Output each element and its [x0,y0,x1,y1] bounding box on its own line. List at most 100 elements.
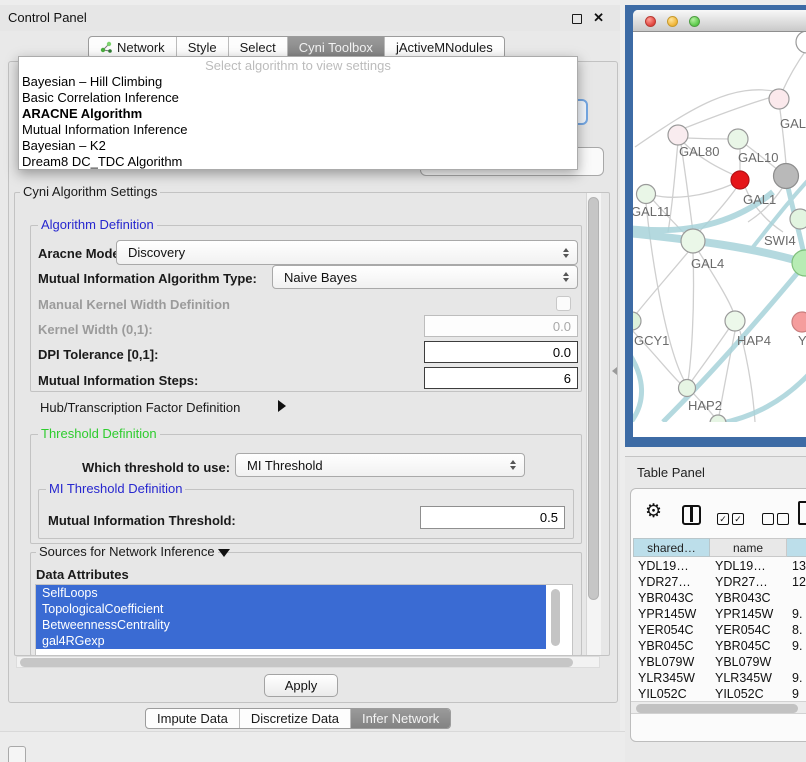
checkbox-unchecked-icon[interactable] [777,513,789,525]
manual-kernel-checkbox[interactable] [556,296,571,311]
node-label: SWI4 [764,233,796,248]
data-attributes-label: Data Attributes [36,567,129,582]
column-header[interactable]: A [787,538,806,557]
mi-type-combo[interactable]: Naive Bayes [272,265,578,289]
gear-icon[interactable]: ⚙ [645,502,662,521]
table-row[interactable]: YLR345WYLR345W9. [633,670,806,686]
table-panel-box: ⚙ ✓ ✓ shared… name A YDL19…YDL19…13 YDR2… [630,488,806,742]
chevron-right-icon[interactable] [278,400,286,412]
spinner-arrows-icon [510,460,516,470]
table-hscrollbar-track[interactable] [631,701,806,714]
table-row[interactable]: YIL052CYIL052C9 [633,686,806,702]
tab-network[interactable]: Network [89,37,176,58]
panel-resize-handle-icon[interactable] [612,367,617,375]
close-icon[interactable]: ✕ [593,5,604,31]
bottom-tabs: Impute Data Discretize Data Infer Networ… [145,708,451,729]
split-columns-icon[interactable] [682,505,701,525]
threshold-definition-title: Threshold Definition [38,427,160,441]
popup-item[interactable]: Bayesian – K2 [19,138,577,154]
table-row[interactable]: YBR045CYBR045C9. [633,638,806,654]
network-node-labels: GAL GAL80 GAL10 GAL1 GAL11 SWI4 GAL4 GCY… [633,116,806,413]
cyni-algorithm-settings-title: Cyni Algorithm Settings [20,185,160,199]
tab-cyni-toolbox[interactable]: Cyni Toolbox [287,37,384,58]
list-item[interactable]: gal4RGexp [36,633,546,649]
dpi-tolerance-input[interactable]: 0.0 [424,341,578,363]
mac-zoom-icon[interactable] [689,16,700,27]
which-threshold-value: MI Threshold [247,458,323,473]
network-window-titlebar[interactable] [633,10,806,32]
aracne-mode-value: Discovery [128,245,185,260]
list-item[interactable]: BetweennessCentrality [36,617,546,633]
tab-style[interactable]: Style [176,37,228,58]
network-graph: GAL GAL80 GAL10 GAL1 GAL11 SWI4 GAL4 GCY… [633,32,806,422]
tab-select[interactable]: Select [228,37,287,58]
mac-close-icon[interactable] [645,16,656,27]
network-canvas[interactable]: GAL GAL80 GAL10 GAL1 GAL11 SWI4 GAL4 GCY… [633,32,806,422]
table-row[interactable]: YER054CYER054C8. [633,622,806,638]
mi-type-value: Naive Bayes [284,270,357,285]
list-scrollbar[interactable] [551,589,560,646]
tab-impute-data[interactable]: Impute Data [146,709,239,728]
control-panel-title: Control Panel [8,5,87,31]
algorithm-definition-title: Algorithm Definition [38,218,157,232]
mi-threshold-group-title: MI Threshold Definition [46,482,185,496]
settings-vscrollbar-thumb[interactable] [588,197,599,600]
mi-threshold-input[interactable]: 0.5 [420,506,565,529]
popup-item[interactable]: Dream8 DC_TDC Algorithm [19,154,577,170]
table-row[interactable]: YBL079WYBL079W [633,654,806,670]
minimized-panel-icon[interactable] [8,746,26,762]
node-label: HAP4 [737,333,771,348]
popup-item-selected[interactable]: ARACNE Algorithm [19,106,577,122]
float-icon[interactable] [572,14,582,24]
kernel-width-input[interactable]: 0.0 [424,315,578,337]
chevron-down-icon[interactable] [218,549,230,557]
popup-item[interactable]: Mutual Information Inference [19,122,577,138]
mi-steps-input[interactable]: 6 [424,367,578,389]
checkbox-unchecked-icon[interactable] [762,513,774,525]
popup-item[interactable]: Bayesian – Hill Climbing [19,74,577,90]
table-hscrollbar-thumb[interactable] [636,704,798,713]
popup-item[interactable]: Basic Correlation Inference [19,90,577,106]
apply-button[interactable]: Apply [264,674,338,697]
dpi-tolerance-label: DPI Tolerance [0,1]: [38,347,158,362]
algorithm-dropdown-popup: Select algorithm to view settings Bayesi… [18,56,578,170]
checkbox-checked-icon[interactable]: ✓ [717,513,729,525]
list-item[interactable]: SelfLoops [36,585,546,601]
document-icon[interactable] [798,501,806,525]
aracne-mode-combo[interactable]: Discovery [116,240,578,265]
data-attributes-list: SelfLoops TopologicalCoefficient Between… [35,584,573,656]
which-threshold-combo[interactable]: MI Threshold [235,453,525,477]
mi-steps-label: Mutual Information Steps: [38,373,198,388]
table-row[interactable]: YDR27…YDR27…12 [633,574,806,590]
tab-infer-network[interactable]: Infer Network [350,709,450,728]
table-panel-title: Table Panel [637,465,705,480]
tab-network-label: Network [117,37,165,58]
network-window: GAL GAL80 GAL10 GAL1 GAL11 SWI4 GAL4 GCY… [633,10,806,437]
node-label: GCY1 [634,333,669,348]
spinner-arrows-icon [563,248,569,258]
column-header[interactable]: name [710,538,787,557]
sources-group-title[interactable]: Sources for Network Inference [36,545,218,559]
table-row[interactable]: YBR043CYBR043C [633,590,806,606]
popup-placeholder: Select algorithm to view settings [19,57,577,74]
list-item[interactable]: TopologicalCoefficient [36,601,546,617]
mac-minimize-icon[interactable] [667,16,678,27]
node-label: Y [798,333,806,348]
hub-section-label[interactable]: Hub/Transcription Factor Definition [40,400,240,415]
tab-discretize-data[interactable]: Discretize Data [239,709,350,728]
node-label: GAL4 [691,256,724,271]
tab-jactivemnodules[interactable]: jActiveMNodules [384,37,504,58]
aracne-mode-label: Aracne Mode: [38,246,124,261]
spinner-arrows-icon [563,272,569,282]
settings-hscrollbar-thumb[interactable] [20,658,573,667]
app-window: Control Panel ✕ Network Style Select Cyn… [0,0,806,762]
which-threshold-label: Which threshold to use: [82,460,230,475]
table-row[interactable]: YDL19…YDL19…13 [633,558,806,574]
column-header[interactable]: shared… [633,538,710,557]
table-row[interactable]: YPR145WYPR145W9. [633,606,806,622]
checkbox-checked-icon[interactable]: ✓ [732,513,744,525]
node-label: HAP2 [688,398,722,413]
node-label: GAL [780,116,806,131]
node-label: GAL10 [738,150,778,165]
node-label: GAL1 [743,192,776,207]
